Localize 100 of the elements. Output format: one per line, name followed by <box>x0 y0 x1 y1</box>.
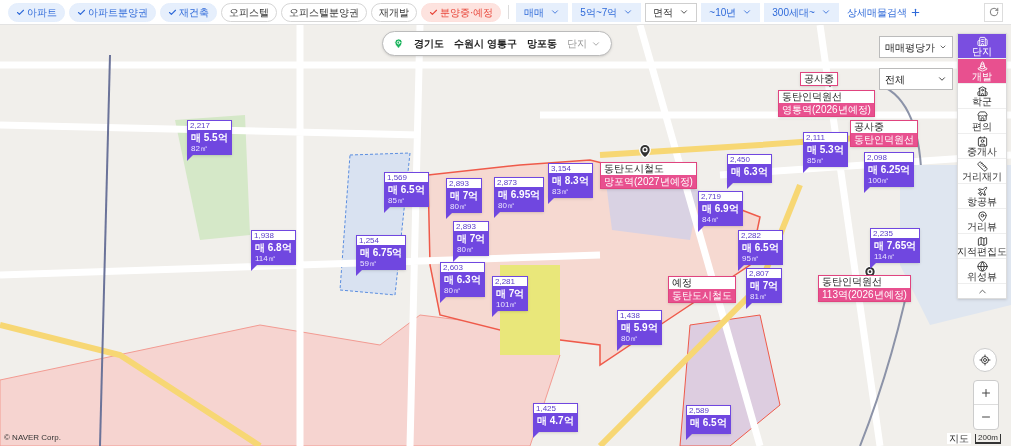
marker-pointer-icon <box>548 198 554 204</box>
price-text: 매 6.9억 <box>701 202 740 215</box>
household-count: 1,425 <box>534 404 577 413</box>
location-segment[interactable]: 경기도 <box>414 36 444 51</box>
store-icon <box>976 110 988 122</box>
station-label[interactable]: 동탄도시철도 망포역(2027년예정) <box>600 162 697 189</box>
marker-pointer-icon <box>494 212 500 218</box>
marker-pointer-icon <box>803 167 809 173</box>
filter-chip[interactable]: 오피스텔분양권 <box>281 2 367 22</box>
household-count: 2,450 <box>728 155 771 164</box>
station-name: 동탄인덕원선 <box>851 133 917 146</box>
household-count: 2,893 <box>447 179 482 188</box>
household-count: 2,719 <box>699 192 742 201</box>
chevron-down-icon <box>742 7 753 17</box>
school-icon <box>976 85 988 97</box>
area-text: 59㎡ <box>359 259 378 269</box>
price-text: 매 5.3억 <box>806 143 845 156</box>
refresh-icon <box>988 7 999 17</box>
map-layer-button[interactable]: 단지 <box>958 34 1006 59</box>
household-count: 2,281 <box>493 277 528 286</box>
chevron-down-icon <box>550 7 561 17</box>
globe-icon <box>976 260 988 272</box>
area-text: 114㎡ <box>873 252 896 262</box>
area-text: 100㎡ <box>867 176 891 186</box>
chevron-down-icon <box>679 7 690 17</box>
price-text: 매 6.25억 <box>867 163 912 176</box>
copyright-text: © NAVER Corp. <box>4 432 61 444</box>
map-select-dropdown[interactable]: 전체 <box>879 68 953 90</box>
location-segment[interactable]: 망포동 <box>526 36 557 51</box>
station-tag: 동탄인덕원선 <box>779 91 874 103</box>
map-layer-button[interactable]: 개발 <box>958 59 1006 84</box>
marker-pointer-icon <box>251 265 257 271</box>
station-label[interactable]: 예정 동탄도시철도 <box>668 276 736 303</box>
filter-dropdown[interactable]: 매매 <box>516 2 569 22</box>
area-text: 81㎡ <box>749 292 768 302</box>
map-layer-button[interactable]: 지적편집도 <box>958 234 1006 259</box>
area-text: 82㎡ <box>190 144 209 154</box>
chevron-down-icon <box>623 7 634 17</box>
filter-chip[interactable]: 아파트 <box>8 2 65 22</box>
area-text: 80㎡ <box>449 202 468 212</box>
scale-distance: 200m <box>978 433 998 442</box>
household-count: 2,603 <box>441 263 484 272</box>
household-count: 1,569 <box>385 173 428 182</box>
area-text: 84㎡ <box>701 215 720 225</box>
price-text: 매 7억 <box>449 189 480 202</box>
household-count: 1,938 <box>252 231 295 240</box>
marker-pointer-icon <box>440 297 446 303</box>
price-text: 매 6.95억 <box>497 188 542 201</box>
price-text: 매 5.5억 <box>190 131 229 144</box>
location-pin-icon <box>393 38 404 49</box>
marker-pointer-icon <box>384 207 390 213</box>
price-text: 매 7억 <box>456 232 487 245</box>
station-label[interactable]: 공사중 <box>800 72 838 86</box>
refresh-button[interactable] <box>984 2 1003 22</box>
price-text: 매 6.5억 <box>387 183 426 196</box>
filter-dropdown[interactable]: 면적 <box>645 2 698 22</box>
station-tag: 공사중 <box>851 121 917 133</box>
marker-pointer-icon <box>727 183 733 189</box>
filter-chip[interactable]: 재개발 <box>371 2 417 22</box>
map-pin-icon <box>637 143 653 159</box>
map-layer-button[interactable]: 중개사 <box>958 134 1006 159</box>
building-icon <box>976 35 988 47</box>
plus-icon <box>909 6 921 18</box>
station-label[interactable]: 동탄인덕원선 113역(2026년예정) <box>818 275 911 302</box>
price-text: 매 6.5억 <box>689 416 728 429</box>
household-count: 2,873 <box>495 178 544 187</box>
household-count: 2,807 <box>747 269 782 278</box>
filter-chip[interactable]: 재건축 <box>160 2 217 22</box>
map-layer-button[interactable]: 거리뷰 <box>958 209 1006 234</box>
map-layer-button[interactable]: 거리재기 <box>958 159 1006 184</box>
check-icon <box>16 7 25 17</box>
household-count: 2,282 <box>739 231 782 240</box>
filter-dropdown[interactable]: 5억~7억 <box>572 2 642 22</box>
filter-dropdown[interactable]: 300세대~ <box>764 2 839 22</box>
station-label[interactable]: 공사중 동탄인덕원선 <box>850 120 918 147</box>
map-layer-button[interactable]: 편의 <box>958 109 1006 134</box>
filter-dropdown[interactable]: ~10년 <box>701 2 761 22</box>
detail-search-button[interactable]: 상세매물검색 <box>846 4 921 20</box>
map-layer-button[interactable]: 항공뷰 <box>958 184 1006 209</box>
marker-pointer-icon <box>738 265 744 271</box>
price-text: 매 8.3억 <box>551 174 590 187</box>
station-label[interactable]: 동탄인덕원선 영통역(2026년예정) <box>778 90 875 117</box>
location-segment[interactable]: 수원시 영통구 <box>454 36 517 51</box>
ruler-icon <box>976 160 988 172</box>
area-text: 80㎡ <box>443 286 462 296</box>
map-layer-button[interactable]: 위성뷰 <box>958 259 1006 284</box>
marker-pointer-icon <box>686 434 692 440</box>
map-layer-button[interactable]: 학군 <box>958 84 1006 109</box>
household-count: 2,111 <box>804 133 847 142</box>
marker-pointer-icon <box>698 226 704 232</box>
marker-pointer-icon <box>870 263 876 269</box>
map-select-dropdown[interactable]: 매매평당가 <box>879 36 953 58</box>
area-text: 85㎡ <box>387 196 406 206</box>
chevron-down-icon <box>820 7 831 17</box>
filter-chip[interactable]: 아파트분양권 <box>69 2 156 22</box>
filter-chip[interactable]: 오피스텔 <box>221 2 277 22</box>
area-text: 80㎡ <box>456 245 475 255</box>
marker-pointer-icon <box>617 345 623 351</box>
price-text: 매 7억 <box>495 287 526 300</box>
household-count: 1,254 <box>357 236 406 245</box>
